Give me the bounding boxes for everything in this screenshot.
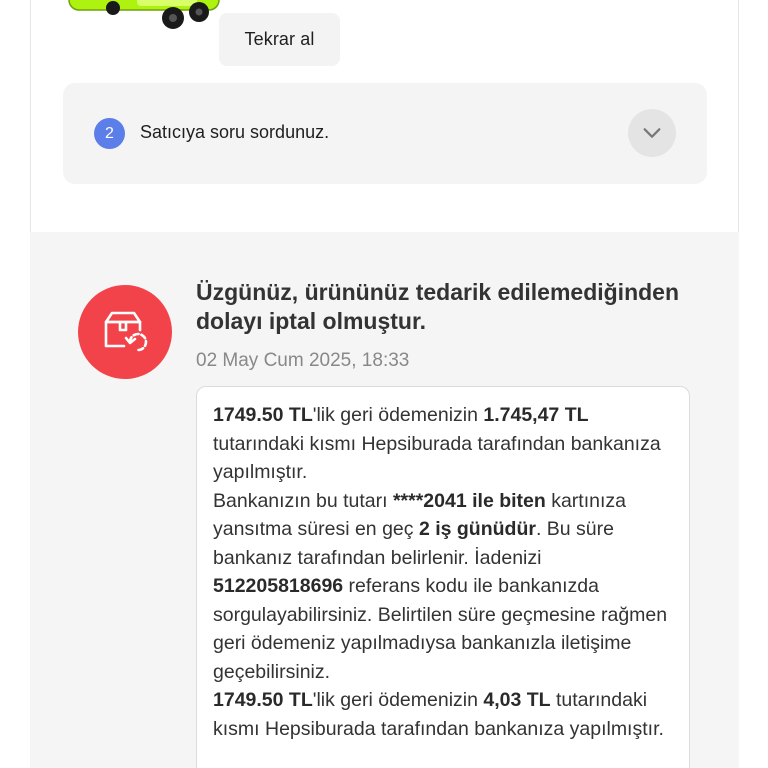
cancellation-section: Üzgünüz, ürününüz tedarik edilemediğinde… — [30, 232, 739, 768]
expand-button[interactable] — [628, 109, 676, 157]
reorder-button[interactable]: Tekrar al — [219, 13, 340, 66]
refund-text: 'lik geri ödemenizin — [312, 689, 484, 711]
refund-total-amount: 1749.50 TL — [213, 689, 313, 711]
card-number: ****2041 ile biten — [392, 489, 546, 512]
seller-question-text: Satıcıya soru sordunuz. — [140, 122, 330, 142]
refund-text: Bankanızın bu tutarı — [213, 489, 393, 512]
refund-text: 'lik geri ödemenizin — [312, 404, 484, 426]
reference-code: 512205818696 — [213, 575, 344, 597]
refund-paragraph: Bankanızın bu tutarı ****2041 ile biten … — [213, 487, 673, 687]
refund-paragraph: 1749.50 TL'lik geri ödemenizin 1.745,47 … — [213, 401, 673, 487]
refund-part-amount: 1.745,47 TL — [483, 404, 589, 426]
refund-paragraph: 1749.50 TL'lik geri ödemenizin 4,03 TL t… — [213, 686, 673, 743]
step-badge: 2 — [94, 118, 125, 149]
seller-question-row[interactable]: 2 Satıcıya soru sordunuz. — [63, 83, 707, 184]
cancellation-date: 02 May Cum 2025, 18:33 — [196, 350, 410, 371]
chevron-down-icon — [643, 128, 661, 138]
refund-text: tutarındaki kısmı Hepsiburada tarafından… — [213, 432, 661, 484]
cancellation-title: Üzgünüz, ürününüz tedarik edilemediğinde… — [196, 279, 680, 334]
package-return-icon — [104, 311, 148, 352]
refund-total-amount: 1749.50 TL — [213, 404, 313, 426]
refund-part-amount: 4,03 TL — [483, 689, 551, 711]
cancel-status-icon — [78, 285, 172, 379]
refund-duration: 2 iş günüdür — [418, 518, 536, 540]
product-thumbnail[interactable] — [67, 0, 227, 40]
order-card: Tekrar al 2 Satıcıya soru sordunuz. — [30, 0, 739, 232]
refund-message: 1749.50 TL'lik geri ödemenizin 1.745,47 … — [196, 386, 690, 768]
